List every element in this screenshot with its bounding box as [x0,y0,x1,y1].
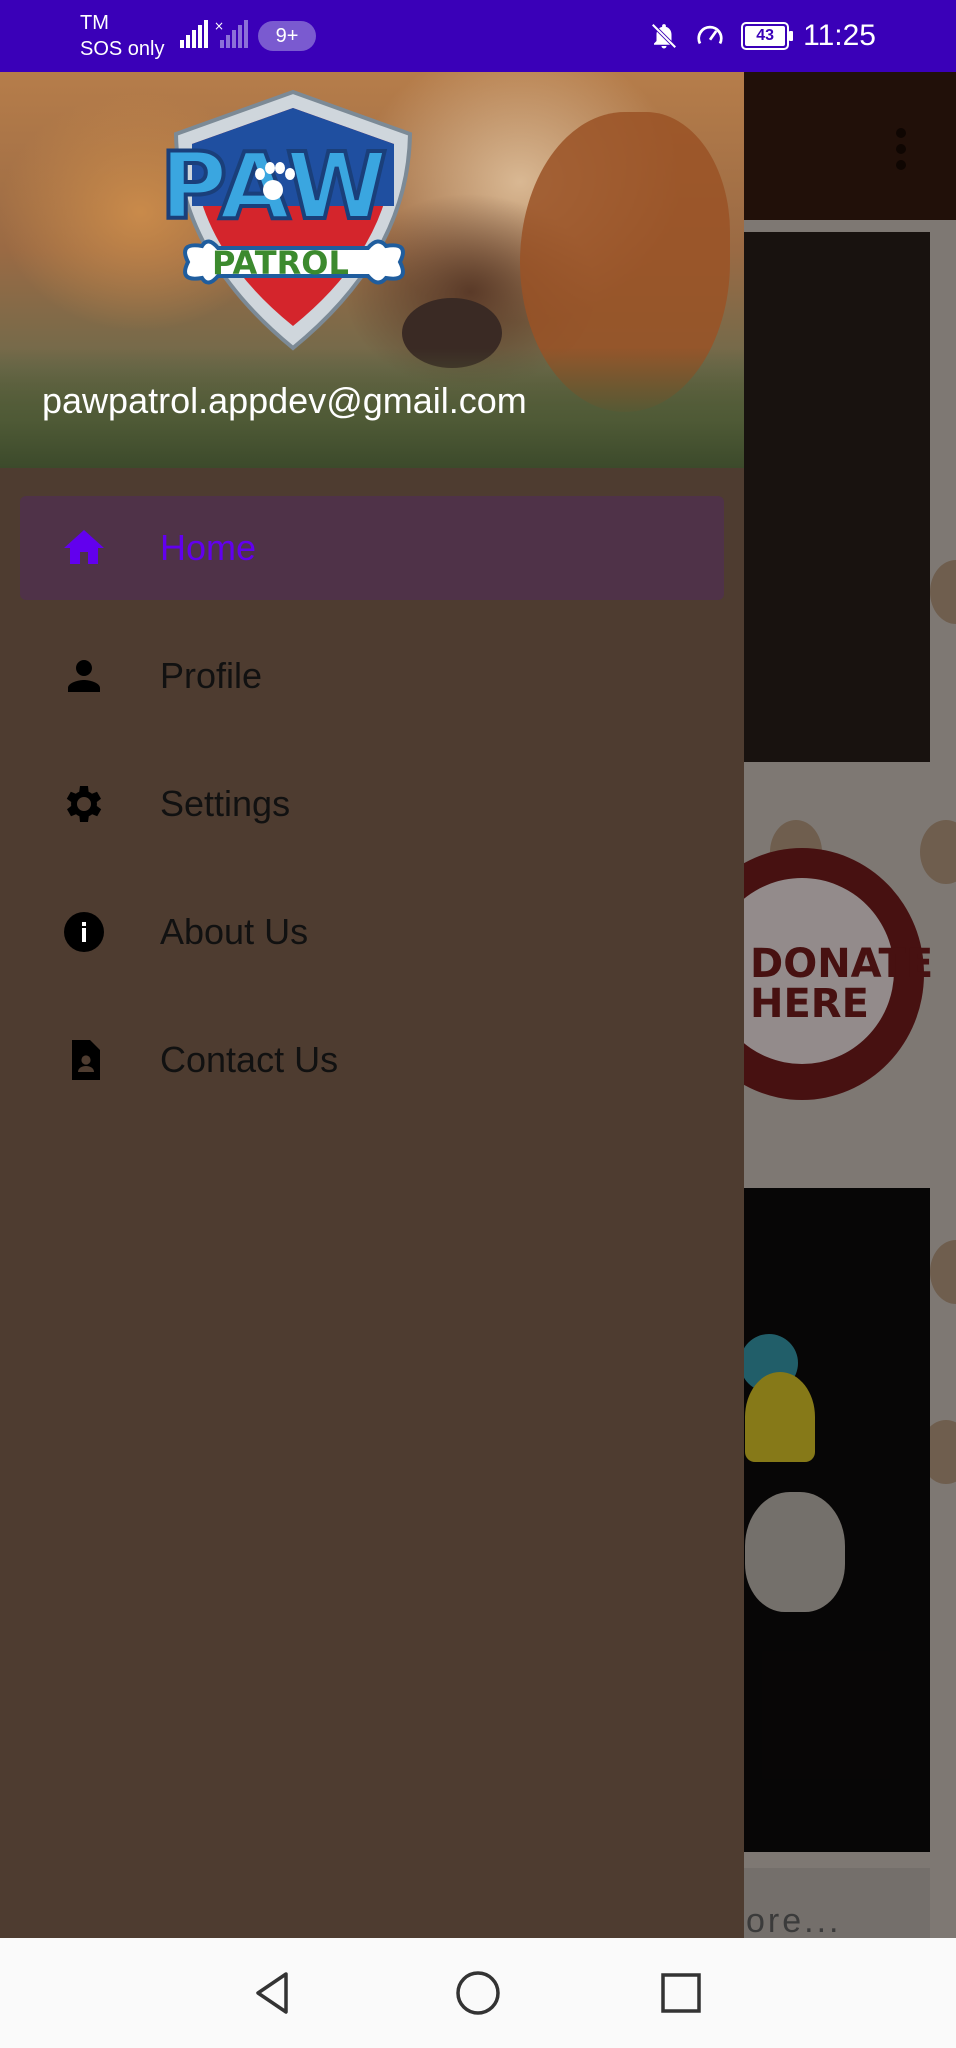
drawer-item-contact-us[interactable]: Contact Us [20,1008,724,1112]
contact-card-icon [72,1040,100,1080]
drawer-item-about-us[interactable]: About Us [20,880,724,984]
bell-off-icon [651,23,677,49]
carrier-name: TM [80,12,109,34]
carrier-status: SOS only [80,38,165,60]
home-circle-icon[interactable] [453,1968,503,2018]
back-icon[interactable] [248,1968,298,2018]
svg-text:PATROL: PATROL [212,244,349,282]
svg-text:×: × [214,20,224,33]
signal-icon: × [180,20,248,48]
drawer-item-label: Contact Us [160,1039,339,1080]
system-nav-bar [0,1938,956,2048]
battery-icon: 43 [741,22,794,50]
clock: 11:25 [803,19,876,52]
status-right: 43 11:25 [649,16,876,56]
drawer-item-label: Settings [160,783,291,824]
notification-badge: 9+ [258,21,316,51]
drawer-item-home[interactable]: Home [20,496,724,600]
speedometer-icon [697,25,723,45]
home-icon [64,530,104,564]
person-icon [68,660,100,692]
user-email: pawpatrol.appdev@gmail.com [42,380,527,421]
paw-patrol-logo: PAW PATROL [158,89,413,351]
drawer-item-profile[interactable]: Profile [20,624,724,728]
navigation-drawer: PAW PATROL pawpatrol.appdev@gmail.com Ho… [0,72,744,1938]
gear-icon [66,786,102,822]
battery-level: 43 [745,26,786,46]
info-icon [64,912,104,952]
drawer-header: PAW PATROL pawpatrol.appdev@gmail.com [0,72,744,468]
carrier-info: TM SOS only [80,10,164,62]
drawer-item-label: Home [160,527,257,568]
drawer-item-settings[interactable]: Settings [20,752,724,856]
drawer-item-label: Profile [160,655,263,696]
drawer-item-label: About Us [160,911,309,952]
recents-icon[interactable] [656,1968,706,2018]
status-bar: TM SOS only × 9+ 43 11:25 [0,0,956,72]
